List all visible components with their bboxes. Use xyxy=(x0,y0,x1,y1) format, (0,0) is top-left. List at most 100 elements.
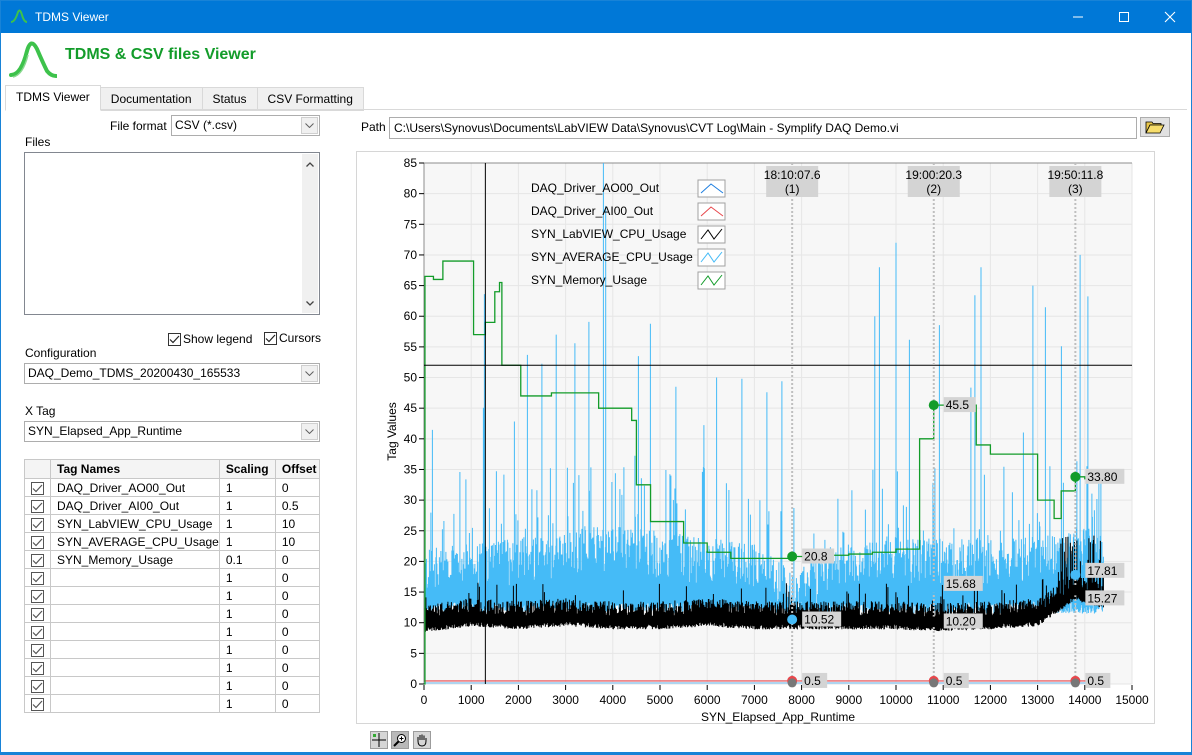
row-enable-checkbox[interactable] xyxy=(24,496,51,515)
offset-cell[interactable]: 0 xyxy=(274,622,321,641)
cursor-point-ao00 xyxy=(1070,678,1080,688)
minimize-button[interactable] xyxy=(1055,1,1101,33)
tag-table-row[interactable]: 10 xyxy=(24,694,321,713)
scaling-cell[interactable]: 1 xyxy=(218,676,276,695)
tag-name-cell[interactable] xyxy=(50,676,220,695)
x-tick-label: 1000 xyxy=(458,693,485,707)
tag-name-cell[interactable] xyxy=(50,622,220,641)
cursors-checkbox[interactable]: Cursors xyxy=(264,331,321,345)
tab-csv-formatting[interactable]: CSV Formatting xyxy=(256,87,364,111)
cursors-label: Cursors xyxy=(279,331,322,345)
offset-cell[interactable]: 0 xyxy=(274,550,321,569)
file-format-select[interactable]: CSV (*.csv) xyxy=(171,115,320,136)
tag-name-cell[interactable]: SYN_LabVIEW_CPU_Usage xyxy=(50,514,220,533)
files-scrollbar[interactable] xyxy=(302,154,318,313)
browse-button[interactable] xyxy=(1140,117,1170,137)
scaling-cell[interactable]: 1 xyxy=(218,514,276,533)
tag-table-row[interactable]: 10 xyxy=(24,676,321,695)
files-listbox[interactable] xyxy=(24,152,320,315)
tag-table-row[interactable]: 10 xyxy=(24,622,321,641)
scaling-cell[interactable]: 1 xyxy=(218,478,276,497)
scaling-cell[interactable]: 1 xyxy=(218,586,276,605)
row-enable-checkbox[interactable] xyxy=(24,676,51,695)
scaling-cell[interactable]: 1 xyxy=(218,694,276,713)
row-enable-checkbox[interactable] xyxy=(24,532,51,551)
offset-cell[interactable]: 0 xyxy=(274,568,321,587)
scaling-cell[interactable]: 1 xyxy=(218,568,276,587)
tab-documentation[interactable]: Documentation xyxy=(99,87,203,111)
maximize-button[interactable] xyxy=(1101,1,1147,33)
offset-cell[interactable]: 10 xyxy=(274,532,321,551)
offset-cell[interactable]: 10 xyxy=(274,514,321,533)
scaling-cell[interactable]: 1 xyxy=(218,532,276,551)
app-logo-icon xyxy=(9,41,57,78)
offset-cell[interactable]: 0 xyxy=(274,586,321,605)
tag-table-row[interactable]: 10 xyxy=(24,658,321,677)
tag-name-cell[interactable]: DAQ_Driver_AO00_Out xyxy=(50,478,220,497)
offset-cell[interactable]: 0 xyxy=(274,676,321,695)
pan-tool-button[interactable] xyxy=(413,731,431,749)
offset-cell[interactable]: 0 xyxy=(274,640,321,659)
tag-table-row[interactable]: 10 xyxy=(24,568,321,587)
offset-cell[interactable]: 0 xyxy=(274,604,321,623)
row-enable-checkbox[interactable] xyxy=(24,514,51,533)
cursor-move-tool-button[interactable] xyxy=(370,731,388,749)
tag-table-row[interactable]: SYN_AVERAGE_CPU_Usage 1 10 xyxy=(24,532,321,551)
maximize-icon xyxy=(1119,12,1129,22)
tag-name-cell[interactable]: SYN_AVERAGE_CPU_Usage xyxy=(50,532,220,551)
path-input[interactable]: C:\Users\Synovus\Documents\LabVIEW Data\… xyxy=(389,117,1137,139)
tag-name-cell[interactable] xyxy=(50,586,220,605)
legend-swatch xyxy=(697,202,726,221)
row-enable-checkbox[interactable] xyxy=(24,604,51,623)
scaling-cell[interactable]: 1 xyxy=(218,496,276,515)
scroll-down-icon[interactable] xyxy=(302,295,318,311)
tag-table-row[interactable]: SYN_LabVIEW_CPU_Usage 1 10 xyxy=(24,514,321,533)
zoom-tool-button[interactable] xyxy=(391,731,409,749)
xy-graph[interactable]: 0 5 10 15 20 25 30 35 40 45 50 55 60 65 70 75 80 85 0 1000 2… xyxy=(357,152,1156,725)
app-heading: TDMS & CSV files Viewer xyxy=(65,46,256,63)
tag-table-row[interactable]: 10 xyxy=(24,586,321,605)
tag-name-cell[interactable]: SYN_Memory_Usage xyxy=(50,550,220,569)
checkmark-icon xyxy=(31,679,44,693)
tag-table-row[interactable]: SYN_Memory_Usage 0.1 0 xyxy=(24,550,321,569)
configuration-select[interactable]: DAQ_Demo_TDMS_20200430_165533 xyxy=(24,363,320,384)
tag-table-row[interactable]: DAQ_Driver_AI00_Out 1 0.5 xyxy=(24,496,321,515)
row-enable-checkbox[interactable] xyxy=(24,694,51,713)
row-enable-checkbox[interactable] xyxy=(24,568,51,587)
scaling-cell[interactable]: 1 xyxy=(218,658,276,677)
row-enable-checkbox[interactable] xyxy=(24,658,51,677)
offset-cell[interactable]: 0 xyxy=(274,478,321,497)
tab-tdms-viewer[interactable]: TDMS Viewer xyxy=(5,85,101,111)
scaling-cell[interactable]: 1 xyxy=(218,604,276,623)
scaling-cell[interactable]: 1 xyxy=(218,622,276,641)
close-button[interactable] xyxy=(1147,1,1192,33)
row-enable-checkbox[interactable] xyxy=(24,622,51,641)
row-enable-checkbox[interactable] xyxy=(24,640,51,659)
show-legend-checkbox[interactable]: Show legend xyxy=(168,332,252,346)
tag-name-cell[interactable] xyxy=(50,604,220,623)
tag-table-row[interactable]: 10 xyxy=(24,640,321,659)
scroll-up-icon[interactable] xyxy=(302,156,318,172)
tag-name-cell[interactable]: DAQ_Driver_AI00_Out xyxy=(50,496,220,515)
tag-table[interactable]: Tag Names Scaling Offset DAQ_Driver_AO00… xyxy=(24,459,321,713)
cursor-value-label: 10.52 xyxy=(804,613,834,627)
row-enable-checkbox[interactable] xyxy=(24,586,51,605)
row-enable-checkbox[interactable] xyxy=(24,550,51,569)
offset-cell[interactable]: 0.5 xyxy=(274,496,321,515)
offset-cell[interactable]: 0 xyxy=(274,658,321,677)
tag-name-cell[interactable] xyxy=(50,658,220,677)
graph-frame: 0 5 10 15 20 25 30 35 40 45 50 55 60 65 70 75 80 85 0 1000 2… xyxy=(356,151,1155,724)
xtag-select[interactable]: SYN_Elapsed_App_Runtime xyxy=(24,421,320,442)
tab-status[interactable]: Status xyxy=(201,87,258,111)
crosshair-icon xyxy=(372,733,386,747)
tag-table-row[interactable]: DAQ_Driver_AO00_Out 1 0 xyxy=(24,478,321,497)
checkmark-icon xyxy=(31,589,44,603)
scaling-cell[interactable]: 1 xyxy=(218,640,276,659)
row-enable-checkbox[interactable] xyxy=(24,478,51,497)
tag-name-cell[interactable] xyxy=(50,640,220,659)
scaling-cell[interactable]: 0.1 xyxy=(218,550,276,569)
offset-cell[interactable]: 0 xyxy=(274,694,321,713)
tag-name-cell[interactable] xyxy=(50,568,220,587)
tag-table-row[interactable]: 10 xyxy=(24,604,321,623)
tag-name-cell[interactable] xyxy=(50,694,220,713)
